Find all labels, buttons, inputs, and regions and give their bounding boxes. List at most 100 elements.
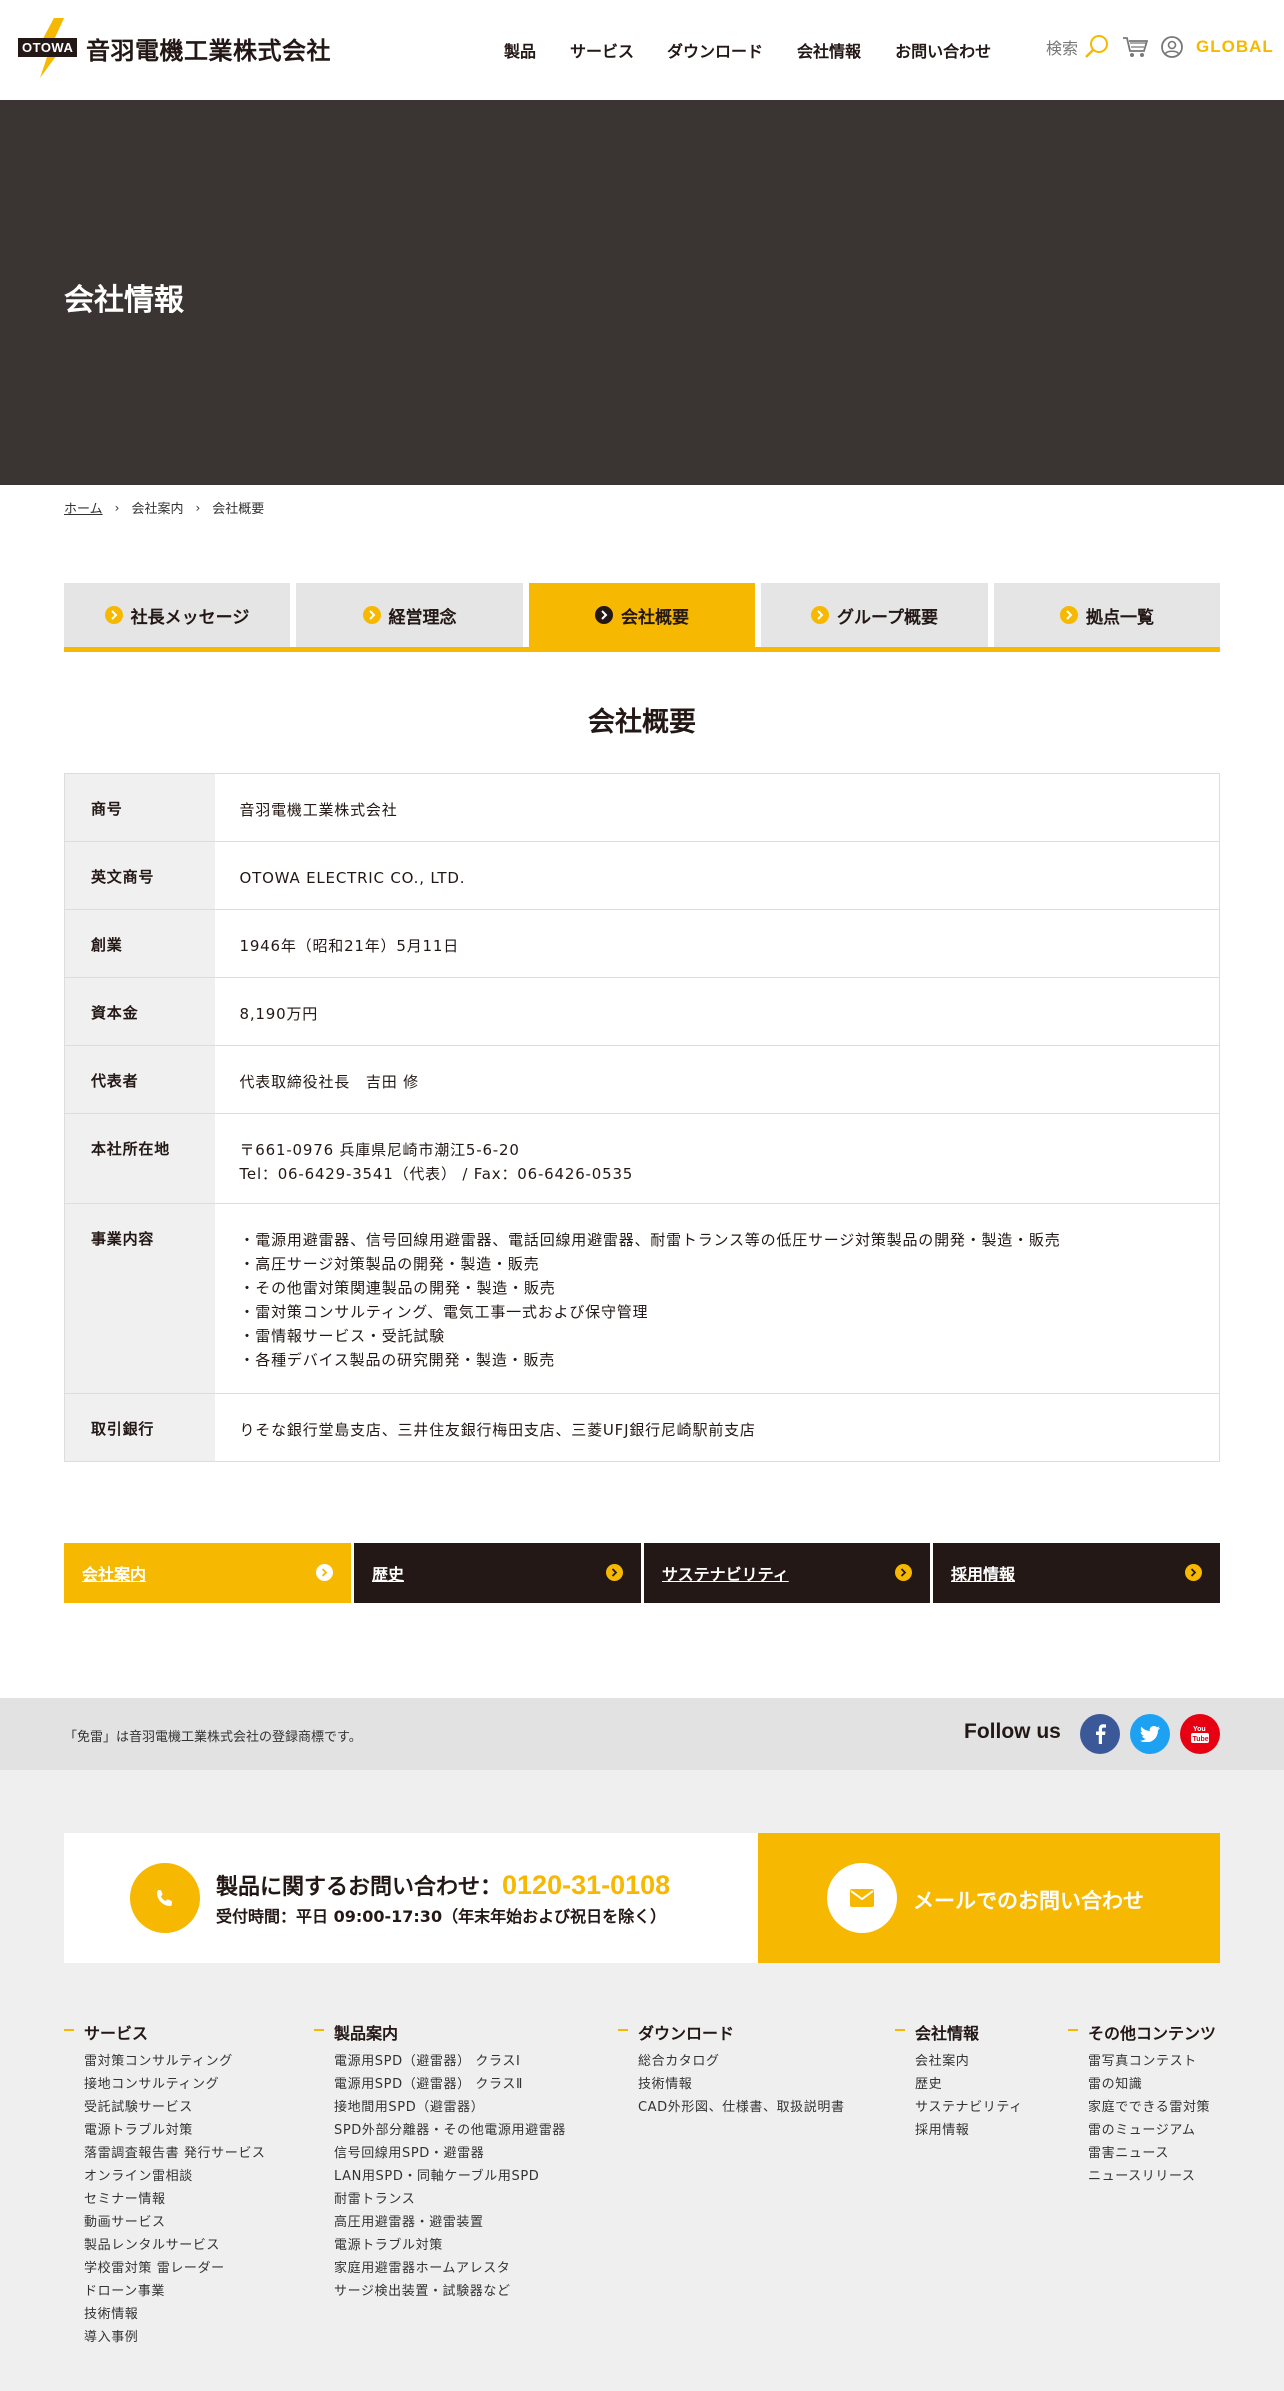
footer-link[interactable]: 会社案内 bbox=[915, 2050, 1023, 2073]
nav-company[interactable]: 会社情報 bbox=[797, 38, 861, 62]
nav-contact[interactable]: お問い合わせ bbox=[895, 38, 991, 62]
row-value: 〒661-0976 兵庫県尼崎市潮江5-6-20 Tel：06-6429-354… bbox=[214, 1113, 1220, 1204]
footer-link[interactable]: 雷のミュージアム bbox=[1088, 2119, 1216, 2142]
tab-label: 社長メッセージ bbox=[130, 607, 250, 628]
contact-tel[interactable]: 0120-31-0108 bbox=[502, 1870, 670, 1900]
value-line: ・各種デバイス製品の研究開発・製造・販売 bbox=[239, 1351, 556, 1369]
value-line: ・電源用避雷器、信号回線用避雷器、電話回線用避雷器、耐雷トランス等の低圧サージ対… bbox=[239, 1231, 1061, 1249]
footer-link[interactable]: 電源トラブル対策 bbox=[84, 2119, 266, 2142]
phone-icon[interactable] bbox=[130, 1863, 200, 1933]
value-line: 代表取締役社長 吉田 修 bbox=[239, 1073, 419, 1091]
user-icon[interactable] bbox=[1160, 35, 1184, 59]
breadcrumb-parent[interactable]: 会社案内 bbox=[131, 498, 183, 517]
footer-link[interactable]: 総合カタログ bbox=[638, 2050, 845, 2073]
trademark-strip: 「免雷」は音羽電機工業株式会社の登録商標です。 Follow us You Tub… bbox=[0, 1698, 1284, 1770]
footer-link[interactable]: 採用情報 bbox=[915, 2119, 1023, 2142]
contact-lead-text: 製品に関するお問い合わせ： bbox=[216, 1875, 503, 1900]
tab-label: 経営理念 bbox=[388, 607, 457, 628]
footer-col-title: 製品案内 bbox=[314, 2020, 566, 2044]
footer-link[interactable]: 学校雷対策 雷レーダー bbox=[84, 2257, 266, 2280]
footer-link[interactable]: 技術情報 bbox=[638, 2073, 845, 2096]
footer-link[interactable]: 接地コンサルティング bbox=[84, 2073, 266, 2096]
chevron-right-icon bbox=[316, 1564, 333, 1581]
facebook-icon[interactable] bbox=[1080, 1714, 1120, 1754]
global-link[interactable]: GLOBAL bbox=[1196, 37, 1274, 57]
footer-link[interactable]: 製品レンタルサービス bbox=[84, 2234, 266, 2257]
footer-link[interactable]: 高圧用避雷器・避雷装置 bbox=[334, 2211, 566, 2234]
footer-link[interactable]: 落雷調査報告書 発行サービス bbox=[84, 2142, 266, 2165]
site-logo[interactable]: OTOWA 音羽電機工業株式会社 bbox=[18, 18, 331, 78]
footer-link[interactable]: セミナー情報 bbox=[84, 2188, 266, 2211]
footer-link[interactable]: ニュースリリース bbox=[1088, 2165, 1216, 2188]
mail-contact-button[interactable]: メールでのお問い合わせ bbox=[758, 1833, 1220, 1963]
footer-link[interactable]: 雷対策コンサルティング bbox=[84, 2050, 266, 2073]
footer-link[interactable]: 雷写真コンテスト bbox=[1088, 2050, 1216, 2073]
company-info-table: 商号 音羽電機工業株式会社 英文商号 OTOWA ELECTRIC CO., L… bbox=[64, 773, 1220, 1462]
tab-label: 拠点一覧 bbox=[1086, 607, 1154, 628]
footer-link[interactable]: サージ検出装置・試験器など bbox=[334, 2280, 566, 2303]
table-row: 取引銀行 りそな銀行堂島支店、三井住友銀行梅田支店、三菱UFJ銀行尼崎駅前支店 bbox=[64, 1393, 1220, 1462]
footer-link[interactable]: 信号回線用SPD・避雷器 bbox=[334, 2142, 566, 2165]
nav-download[interactable]: ダウンロード bbox=[667, 38, 763, 62]
subnav-recruit[interactable]: 採用情報 bbox=[933, 1543, 1220, 1603]
footer-link[interactable]: 電源トラブル対策 bbox=[334, 2234, 566, 2257]
tab-company-overview[interactable]: 会社概要 bbox=[529, 583, 755, 647]
table-row: 英文商号 OTOWA ELECTRIC CO., LTD. bbox=[64, 841, 1220, 910]
row-key: 商号 bbox=[64, 773, 215, 842]
tab-group-overview[interactable]: グループ概要 bbox=[761, 583, 988, 647]
trademark-note: 「免雷」は音羽電機工業株式会社の登録商標です。 bbox=[64, 1730, 362, 1745]
search-icon[interactable] bbox=[1084, 34, 1110, 60]
cart-icon[interactable] bbox=[1122, 35, 1149, 59]
page-title: 会社情報 bbox=[64, 283, 184, 318]
row-key: 創業 bbox=[64, 909, 215, 978]
footer-link[interactable]: 接地間用SPD（避雷器） bbox=[334, 2096, 566, 2119]
main-nav: 製品 サービス ダウンロード 会社情報 お問い合わせ bbox=[504, 38, 1025, 62]
subnav-history[interactable]: 歴史 bbox=[354, 1543, 641, 1603]
footer-link[interactable]: オンライン雷相談 bbox=[84, 2165, 266, 2188]
row-value: 音羽電機工業株式会社 bbox=[214, 773, 1220, 842]
footer-col-title: ダウンロード bbox=[618, 2020, 845, 2044]
subnav-label: サステナビリティ bbox=[662, 1565, 789, 1584]
footer-link[interactable]: SPD外部分離器・その他電源用避雷器 bbox=[334, 2119, 566, 2142]
tab-president-message[interactable]: 社長メッセージ bbox=[64, 583, 290, 647]
svg-text:You: You bbox=[1193, 1726, 1206, 1733]
footer-link[interactable]: 技術情報 bbox=[84, 2303, 266, 2326]
footer-link[interactable]: 家庭でできる雷対策 bbox=[1088, 2096, 1216, 2119]
footer-link[interactable]: CAD外形図、仕様書、取扱説明書 bbox=[638, 2096, 845, 2119]
footer-link[interactable]: LAN用SPD・同軸ケーブル用SPD bbox=[334, 2165, 566, 2188]
search-label[interactable]: 検索 bbox=[1046, 35, 1078, 59]
footer-link[interactable]: 電源用SPD（避雷器） クラスⅡ bbox=[334, 2073, 566, 2096]
site-footer: 製品に関するお問い合わせ：0120-31-0108 受付時間：平日 09:00-… bbox=[0, 1770, 1284, 2391]
footer-link[interactable]: 受託試験サービス bbox=[84, 2096, 266, 2119]
chevron-right-icon bbox=[362, 606, 381, 624]
breadcrumb-home[interactable]: ホーム bbox=[64, 498, 103, 517]
footer-link[interactable]: ドローン事業 bbox=[84, 2280, 266, 2303]
section-title: 会社概要 bbox=[588, 707, 696, 738]
row-key: 代表者 bbox=[64, 1045, 215, 1114]
subnav-company-profile[interactable]: 会社案内 bbox=[64, 1543, 351, 1603]
footer-col-title: その他コンテンツ bbox=[1068, 2020, 1216, 2044]
footer-link[interactable]: 家庭用避雷器ホームアレスタ bbox=[334, 2257, 566, 2280]
logo-otowa-text: OTOWA bbox=[18, 38, 78, 57]
footer-link[interactable]: 導入事例 bbox=[84, 2326, 266, 2349]
footer-link[interactable]: 動画サービス bbox=[84, 2211, 266, 2234]
subnav-sustainability[interactable]: サステナビリティ bbox=[644, 1543, 930, 1603]
youtube-icon[interactable]: You Tube bbox=[1180, 1714, 1220, 1754]
svg-text:Tube: Tube bbox=[1193, 1736, 1209, 1743]
footer-link[interactable]: サステナビリティ bbox=[915, 2096, 1023, 2119]
footer-link[interactable]: 雷害ニュース bbox=[1088, 2142, 1216, 2165]
footer-link[interactable]: 雷の知識 bbox=[1088, 2073, 1216, 2096]
footer-col-services: サービス 雷対策コンサルティング 接地コンサルティング 受託試験サービス 電源ト… bbox=[64, 2020, 266, 2349]
nav-products[interactable]: 製品 bbox=[504, 38, 536, 62]
row-value: 8,190万円 bbox=[214, 977, 1220, 1046]
tab-locations[interactable]: 拠点一覧 bbox=[994, 583, 1220, 647]
mail-contact-label: メールでのお問い合わせ bbox=[913, 1889, 1144, 1913]
footer-link[interactable]: 電源用SPD（避雷器） クラスⅠ bbox=[334, 2050, 566, 2073]
tab-philosophy[interactable]: 経営理念 bbox=[296, 583, 523, 647]
twitter-icon[interactable] bbox=[1130, 1714, 1170, 1754]
footer-link[interactable]: 歴史 bbox=[915, 2073, 1023, 2096]
footer-link[interactable]: 耐雷トランス bbox=[334, 2188, 566, 2211]
site-header: OTOWA 音羽電機工業株式会社 製品 サービス ダウンロード 会社情報 お問い… bbox=[0, 0, 1284, 100]
value-line: OTOWA ELECTRIC CO., LTD. bbox=[239, 869, 466, 887]
nav-services[interactable]: サービス bbox=[570, 38, 634, 62]
